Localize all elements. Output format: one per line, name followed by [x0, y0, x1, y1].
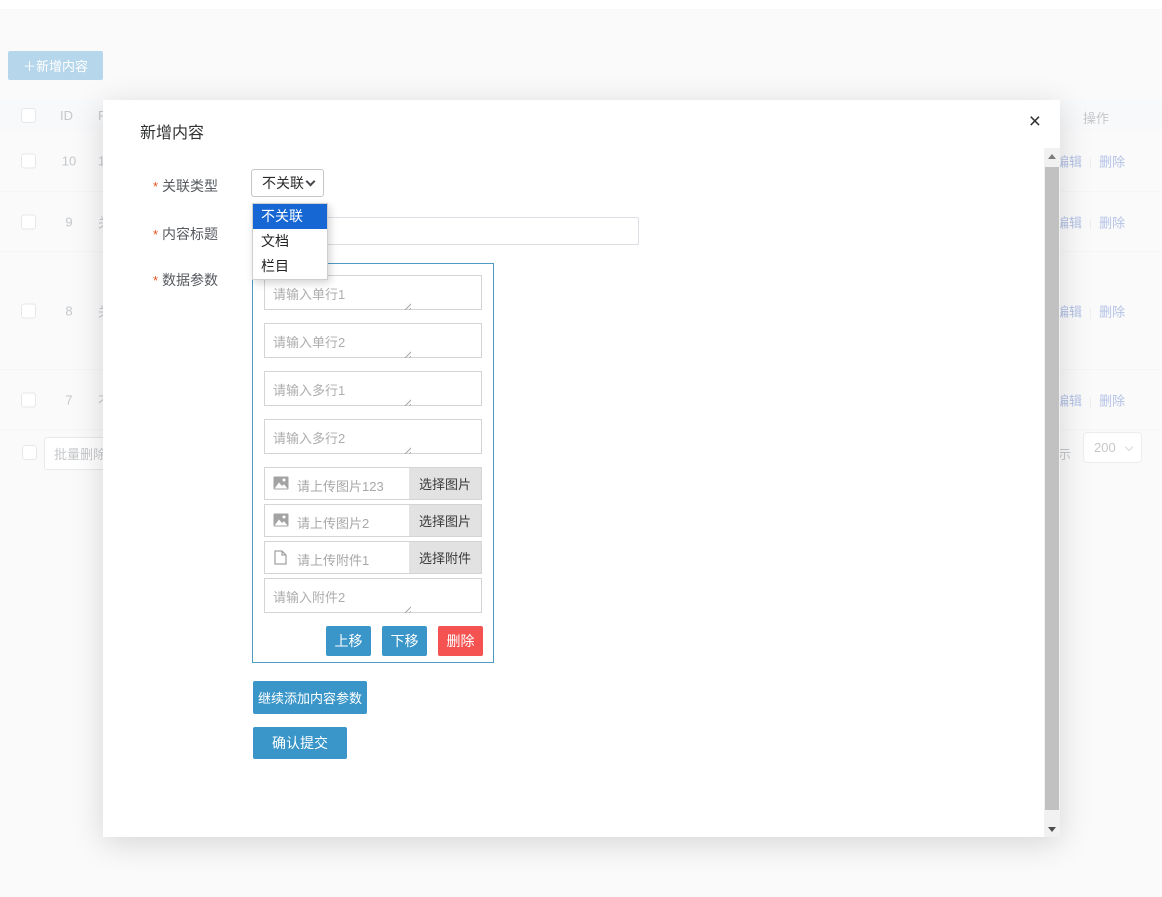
relation-type-value: 不关联	[262, 173, 304, 193]
required-mark: *	[153, 273, 158, 288]
move-up-button[interactable]: 上移	[326, 626, 371, 656]
modal-scrollbar	[1044, 148, 1060, 837]
chevron-down-icon	[306, 177, 316, 187]
dropdown-option-selected[interactable]: 不关联	[253, 204, 327, 229]
image-icon	[273, 476, 289, 490]
file-input-2-textarea[interactable]	[264, 578, 482, 613]
relation-type-label: *关联类型	[103, 176, 218, 196]
choose-file-button[interactable]: 选择附件	[409, 542, 481, 573]
relation-type-dropdown: 不关联 文档 栏目	[252, 203, 328, 280]
single-line-1-textarea[interactable]	[264, 275, 482, 310]
required-mark: *	[153, 179, 158, 194]
choose-image-button[interactable]: 选择图片	[409, 468, 481, 499]
upload-placeholder: 请上传图片2	[297, 513, 369, 532]
data-params-label: *数据参数	[103, 270, 218, 290]
upload-placeholder: 请上传图片123	[297, 476, 384, 495]
submit-button[interactable]: 确认提交	[253, 727, 347, 759]
delete-param-button[interactable]: 删除	[438, 626, 483, 656]
upload-placeholder: 请上传附件1	[297, 550, 369, 569]
close-icon[interactable]: ×	[1029, 111, 1041, 132]
add-more-params-button[interactable]: 继续添加内容参数	[253, 681, 367, 714]
content-title-label: *内容标题	[103, 224, 218, 244]
single-line-2-textarea[interactable]	[264, 323, 482, 358]
add-content-modal: 新增内容 × *关联类型 不关联 不关联 文档 栏目 *内容标题 *数据参数 请…	[103, 100, 1060, 837]
required-mark: *	[153, 227, 158, 242]
choose-image-button[interactable]: 选择图片	[409, 505, 481, 536]
scroll-up-arrow[interactable]	[1044, 148, 1060, 164]
file-upload-row-1: 请上传附件1 选择附件	[264, 541, 482, 574]
dropdown-option[interactable]: 栏目	[253, 254, 327, 279]
multi-line-1-textarea[interactable]	[264, 371, 482, 406]
image-upload-row-2: 请上传图片2 选择图片	[264, 504, 482, 537]
scrollbar-thumb[interactable]	[1045, 167, 1059, 810]
image-icon	[273, 513, 289, 527]
move-down-button[interactable]: 下移	[382, 626, 427, 656]
param-group-box: 请上传图片123 选择图片 请上传图片2 选择图片 请上传附件1 选择附件 上移…	[252, 263, 494, 663]
modal-title: 新增内容	[140, 119, 204, 143]
image-upload-row-1: 请上传图片123 选择图片	[264, 467, 482, 500]
relation-type-select[interactable]: 不关联	[251, 169, 324, 197]
multi-line-2-textarea[interactable]	[264, 419, 482, 454]
scroll-down-arrow[interactable]	[1044, 821, 1060, 837]
dropdown-option[interactable]: 文档	[253, 229, 327, 254]
file-icon	[274, 550, 287, 565]
